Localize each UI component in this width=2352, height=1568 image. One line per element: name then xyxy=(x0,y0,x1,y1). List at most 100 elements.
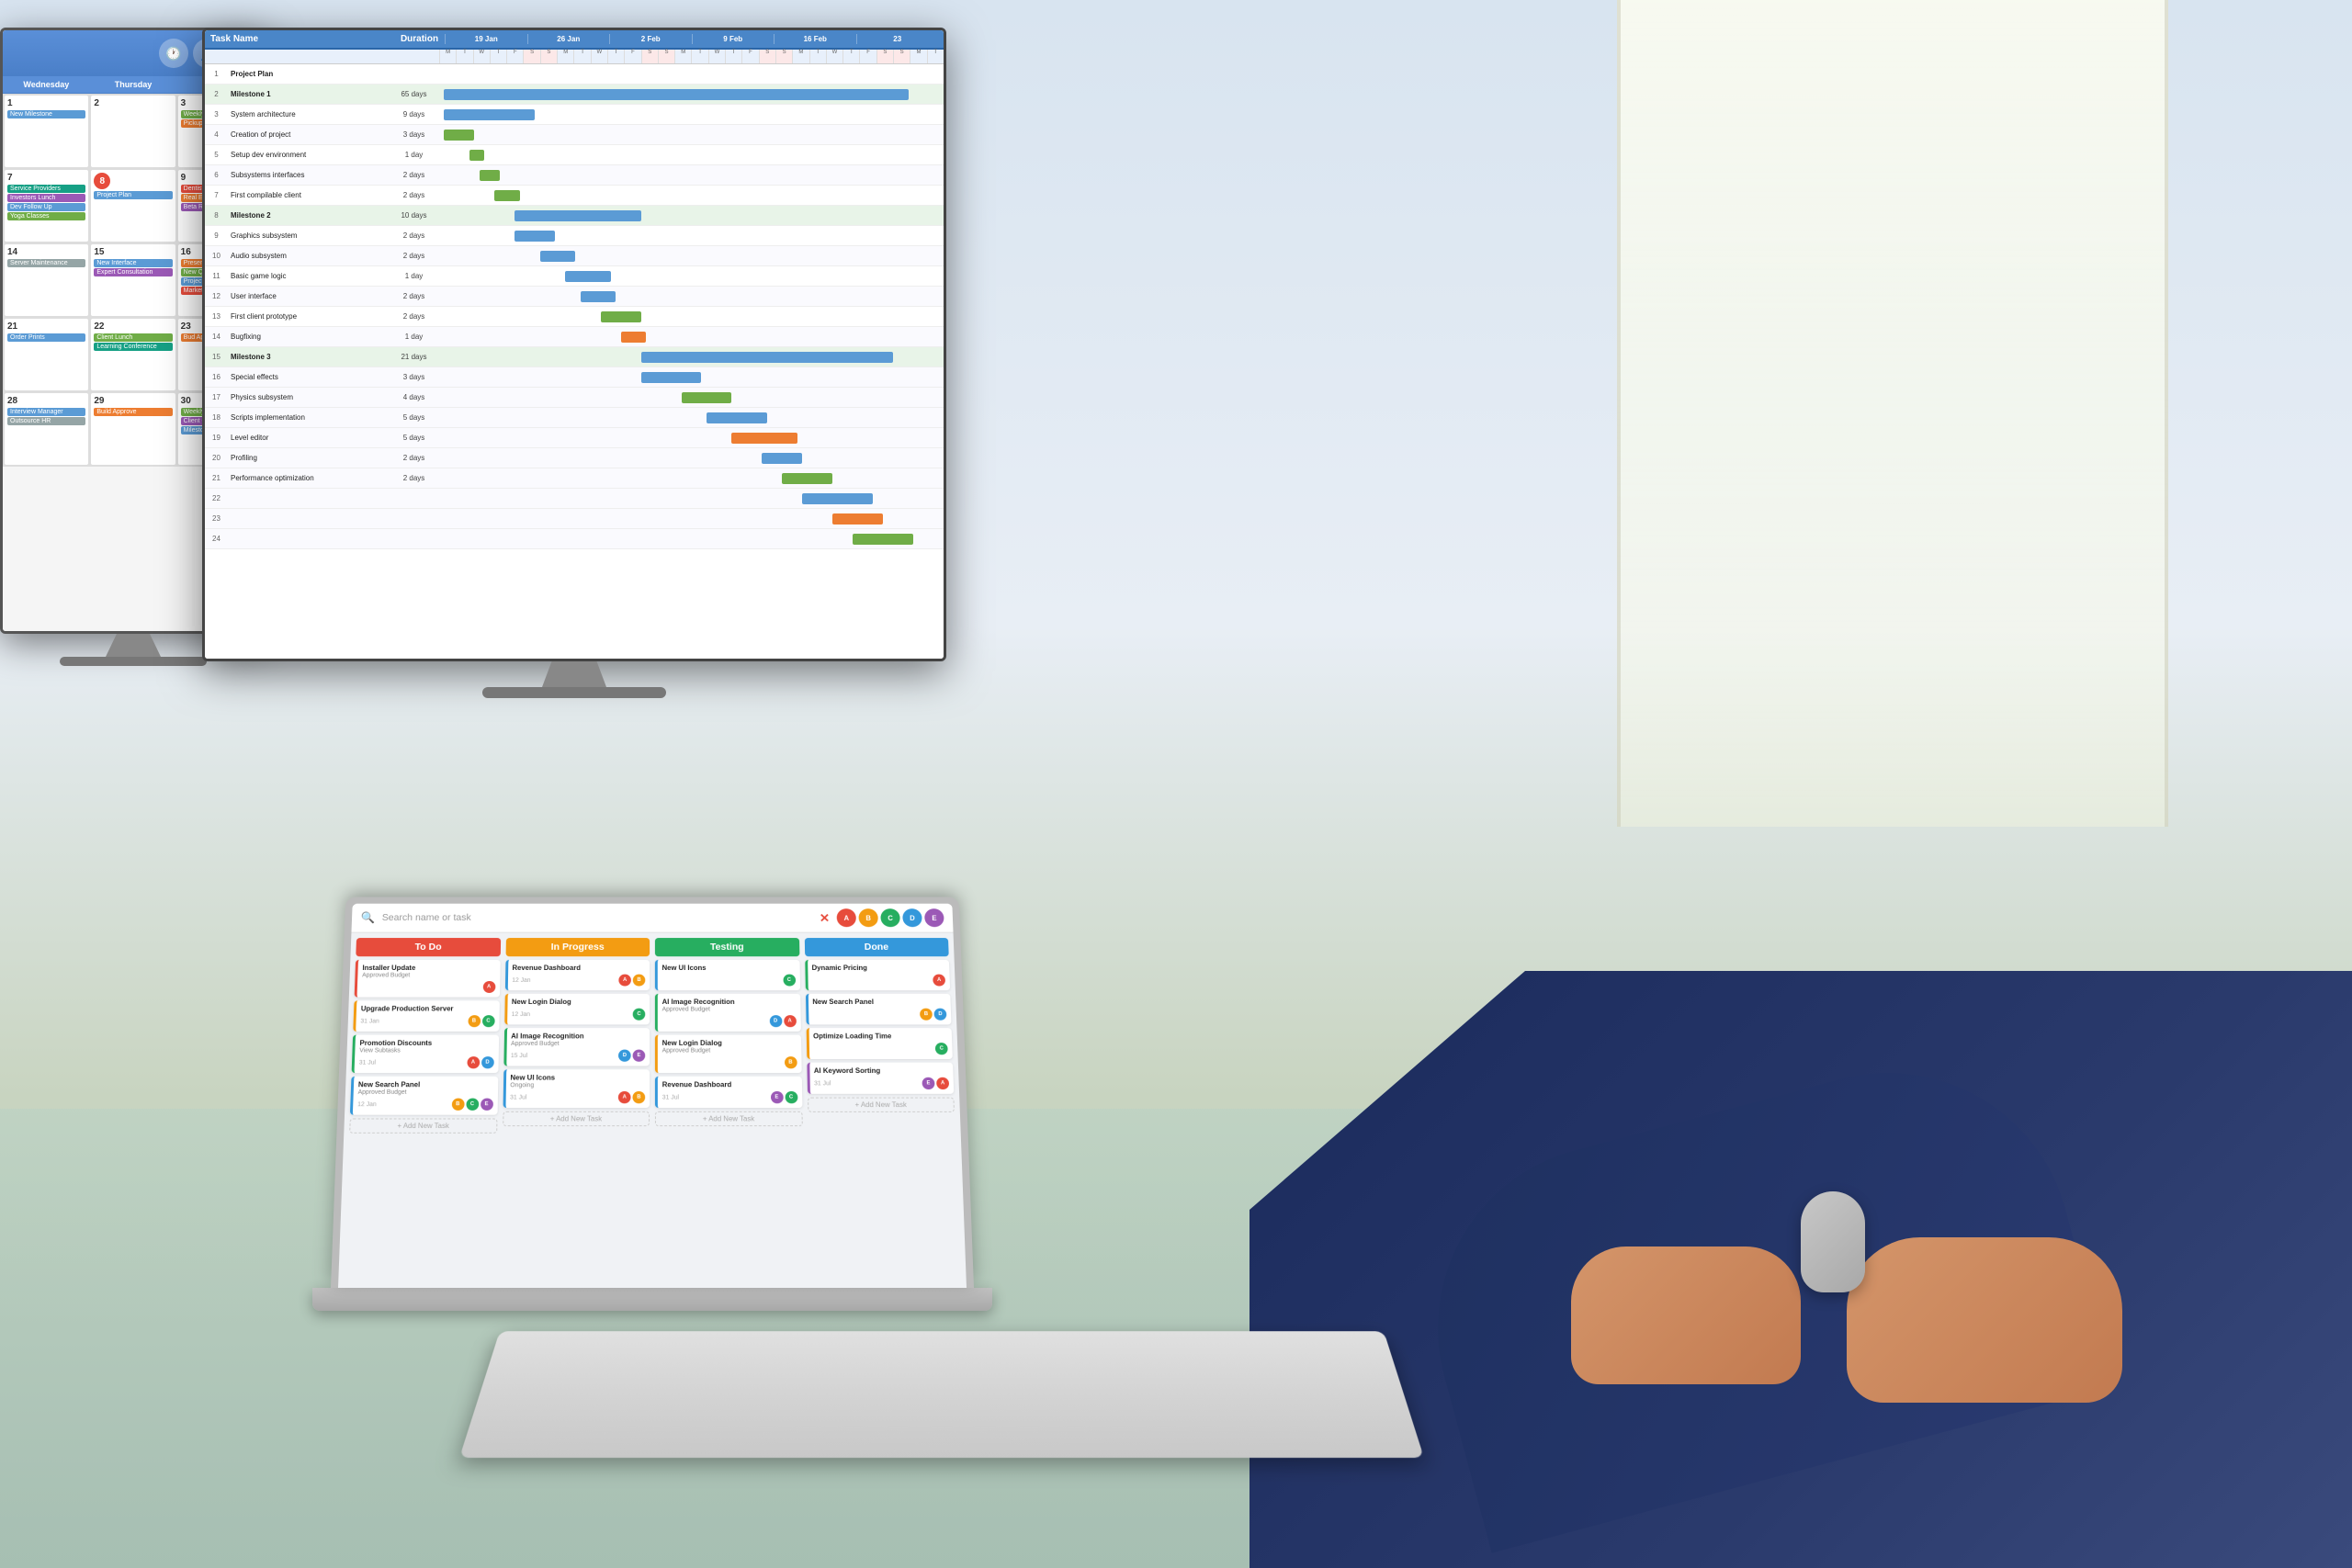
kanban-card[interactable]: AI Image Recognition Approved Budget 15 … xyxy=(503,1028,650,1066)
cal-event[interactable]: Investors Lunch xyxy=(7,194,85,202)
kanban-card[interactable]: Dynamic Pricing A xyxy=(805,960,950,990)
row-num: 4 xyxy=(205,130,228,139)
cal-event[interactable]: Client Lunch xyxy=(94,333,172,342)
cal-event[interactable]: Interview Manager xyxy=(7,408,85,416)
cal-event[interactable]: New Milestone xyxy=(7,110,85,118)
card-title: New Search Panel xyxy=(358,1081,493,1089)
gantt-row: 12 User interface 2 days xyxy=(205,287,944,307)
cal-event[interactable]: Order Prints xyxy=(7,333,85,342)
row-name: Special effects xyxy=(228,373,389,381)
kanban-card[interactable]: Revenue Dashboard 31 Jul E C xyxy=(655,1077,802,1108)
card-avatar: D xyxy=(618,1050,631,1062)
gantt-row: 11 Basic game logic 1 day xyxy=(205,266,944,287)
kanban-card[interactable]: Installer Update Approved Budget A xyxy=(355,960,501,998)
search-icon: 🔍 xyxy=(360,911,375,925)
kanban-card[interactable]: Revenue Dashboard 12 Jan A B xyxy=(504,960,650,990)
cal-event[interactable]: Server Maintenance xyxy=(7,259,85,267)
kanban-card[interactable]: New Search Panel Approved Budget 12 Jan … xyxy=(350,1077,498,1115)
row-chart xyxy=(439,428,944,447)
card-date: 31 Jan xyxy=(360,1018,379,1024)
day-num-15: 15 xyxy=(94,247,172,257)
row-name: Graphics subsystem xyxy=(228,231,389,240)
card-footer: 12 Jan C xyxy=(512,1009,646,1021)
cal-event[interactable]: Build Approve xyxy=(94,408,172,416)
gantt-row: 16 Special effects 3 days xyxy=(205,367,944,388)
card-title: Revenue Dashboard xyxy=(662,1081,797,1089)
row-name: System architecture xyxy=(228,110,389,118)
cal-event[interactable]: Service Providers xyxy=(7,185,85,193)
row-chart xyxy=(439,448,944,468)
card-avatar: D xyxy=(933,1009,946,1021)
row-num: 6 xyxy=(205,171,228,179)
kanban-col-testing: Testing New UI Icons C xyxy=(655,938,806,1282)
cal-event[interactable]: Outsource HR xyxy=(7,417,85,425)
row-name: Milestone 3 xyxy=(228,353,389,361)
card-title: Optimize Loading Time xyxy=(813,1032,947,1040)
laptop: 🔍 Search name or task ✕ A B C D E xyxy=(331,876,974,1311)
kanban-card[interactable]: New Search Panel B D xyxy=(805,994,951,1025)
cal-event[interactable]: Expert Consultation xyxy=(94,268,172,276)
cal-event[interactable]: Dev Follow Up xyxy=(7,203,85,211)
row-dur: 2 days xyxy=(389,454,439,462)
clear-search-button[interactable]: ✕ xyxy=(820,910,831,924)
gantt-monitor-base xyxy=(482,687,666,698)
card-title: AI Keyword Sorting xyxy=(814,1066,949,1075)
gantt-monitor-neck xyxy=(542,661,606,687)
avatar-4[interactable]: D xyxy=(902,908,922,927)
avatar-2[interactable]: B xyxy=(858,908,878,927)
kanban-board: 🔍 Search name or task ✕ A B C D E xyxy=(338,904,967,1288)
kanban-card[interactable]: New Login Dialog Approved Budget B xyxy=(655,1035,801,1073)
card-avatar: E xyxy=(770,1091,783,1103)
kanban-card[interactable]: Promotion Discounts View Subtasks 31 Jul… xyxy=(352,1035,499,1073)
add-task-inprogress[interactable]: + Add New Task xyxy=(503,1111,650,1126)
row-num: 20 xyxy=(205,454,228,462)
card-subtitle: Approved Budget xyxy=(662,1048,797,1055)
card-date: 15 Jul xyxy=(511,1053,527,1059)
kanban-card[interactable]: AI Keyword Sorting 31 Jul E A xyxy=(807,1063,954,1094)
add-task-testing[interactable]: + Add New Task xyxy=(655,1111,802,1126)
add-task-todo[interactable]: + Add New Task xyxy=(349,1119,497,1134)
add-task-done[interactable]: + Add New Task xyxy=(808,1098,955,1112)
card-avatar: D xyxy=(481,1056,493,1068)
row-name: Milestone 1 xyxy=(228,90,389,98)
card-avatar: C xyxy=(481,1015,494,1027)
row-name: Creation of project xyxy=(228,130,389,139)
kanban-card[interactable]: AI Image Recognition Approved Budget D A xyxy=(655,994,801,1032)
kanban-card[interactable]: New UI Icons C xyxy=(655,960,800,990)
search-input[interactable]: Search name or task xyxy=(382,913,813,923)
row-dur: 10 days xyxy=(389,211,439,220)
row-name: Project Plan xyxy=(228,70,389,78)
row-chart xyxy=(439,327,944,346)
card-title: AI Image Recognition xyxy=(511,1032,645,1040)
row-name: First client prototype xyxy=(228,312,389,321)
day-num-29: 29 xyxy=(94,396,172,406)
window-light xyxy=(1617,0,2168,827)
row-name: Performance optimization xyxy=(228,474,389,482)
avatar-3[interactable]: C xyxy=(880,908,900,927)
row-chart xyxy=(439,408,944,427)
cal-event[interactable]: Project Plan xyxy=(94,191,172,199)
card-avatar: C xyxy=(633,1009,646,1021)
avatar-1[interactable]: A xyxy=(837,908,857,927)
gantt-row: 21 Performance optimization 2 days xyxy=(205,468,944,489)
card-avatars: B xyxy=(784,1056,797,1068)
kanban-card[interactable]: Optimize Loading Time C xyxy=(806,1028,953,1059)
kanban-card[interactable]: New UI Icons Ongoing 31 Jul A B xyxy=(503,1069,650,1108)
cal-event[interactable]: Yoga Classes xyxy=(7,212,85,220)
card-subtitle: Approved Budget xyxy=(358,1089,493,1096)
avatar-5[interactable]: E xyxy=(924,908,944,927)
left-hand xyxy=(1571,1247,1801,1384)
gantt-row: 14 Bugfixing 1 day xyxy=(205,327,944,347)
row-num: 15 xyxy=(205,353,228,361)
row-num: 23 xyxy=(205,514,228,523)
cal-event[interactable]: Learning Conference xyxy=(94,343,172,351)
cal-day-29: 29 Build Approve xyxy=(90,392,175,466)
cal-event[interactable]: New Interface xyxy=(94,259,172,267)
card-avatar: B xyxy=(784,1056,797,1068)
kanban-card[interactable]: New Login Dialog 12 Jan C xyxy=(504,994,650,1025)
card-date: 31 Jul xyxy=(510,1094,526,1100)
row-chart xyxy=(439,489,944,508)
cal-day-22: 22 Client Lunch Learning Conference xyxy=(90,318,175,391)
kanban-card[interactable]: Upgrade Production Server 31 Jan B C xyxy=(353,1000,499,1032)
row-dur: 4 days xyxy=(389,393,439,401)
